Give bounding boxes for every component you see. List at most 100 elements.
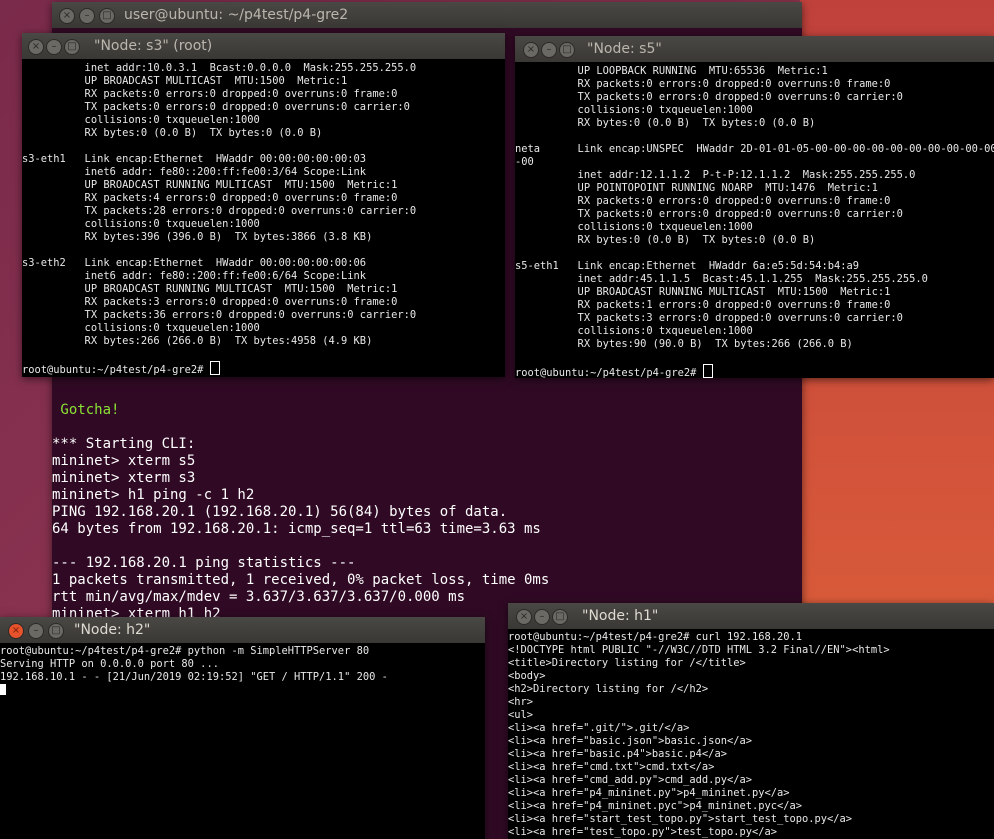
terminal-line: inet addr:10.0.3.1 Bcast:0.0.0.0 Mask:25… xyxy=(22,62,505,75)
terminal-line-text: UP BROADCAST MULTICAST MTU:1500 Metric:1 xyxy=(22,75,348,87)
xterm-h2-output[interactable]: root@ubuntu:~/p4test/p4-gre2# python -m … xyxy=(0,643,485,839)
terminal-line: <body> xyxy=(508,670,994,683)
window-title: "Node: h1" xyxy=(582,608,659,624)
window-title: "Node: h2" xyxy=(74,622,151,638)
terminal-line-text: 64 bytes from 192.168.20.1: icmp_seq=1 t… xyxy=(52,521,541,537)
terminal-line xyxy=(0,684,485,697)
xterm-s5-window[interactable]: × – □ "Node: s5" UP LOOPBACK RUNNING MTU… xyxy=(515,36,994,378)
close-button[interactable]: × xyxy=(59,8,75,24)
terminal-line-text: <li><a href="p4_mininet.py">p4_mininet.p… xyxy=(508,787,790,799)
terminal-line: TX packets:0 errors:0 dropped:0 overruns… xyxy=(22,101,505,114)
terminal-line: <li><a href="p4_mininet.py">p4_mininet.p… xyxy=(508,787,994,800)
terminal-line: RX packets:1 errors:0 dropped:0 overruns… xyxy=(515,299,994,312)
maximize-button[interactable]: □ xyxy=(48,623,64,639)
terminal-line: <li><a href="basic.json">basic.json</a> xyxy=(508,735,994,748)
terminal-line: collisions:0 txqueuelen:1000 xyxy=(22,218,505,231)
terminal-line-text: --- 192.168.20.1 ping statistics --- xyxy=(52,555,356,571)
terminal-line-text: inet6 addr: fe80::200:ff:fe00:3/64 Scope… xyxy=(22,166,367,178)
close-button[interactable]: × xyxy=(523,42,539,58)
minimize-button[interactable]: – xyxy=(28,623,44,639)
terminal-line: inet6 addr: fe80::200:ff:fe00:6/64 Scope… xyxy=(22,270,505,283)
terminal-line: root@ubuntu:~/p4test/p4-gre2# python -m … xyxy=(0,645,485,658)
terminal-line-text: inet addr:12.1.1.2 P-t-P:12.1.1.2 Mask:2… xyxy=(515,169,916,181)
terminal-line-text: RX bytes:90 (90.0 B) TX bytes:266 (266.0… xyxy=(515,338,853,350)
terminal-line: <li><a href="test_topo.py">test_topo.py<… xyxy=(508,826,994,839)
xterm-h1-output[interactable]: root@ubuntu:~/p4test/p4-gre2# curl 192.1… xyxy=(508,629,994,839)
terminal-line: TX packets:3 errors:0 dropped:0 overruns… xyxy=(515,312,994,325)
terminal-line-text: RX bytes:0 (0.0 B) TX bytes:0 (0.0 B) xyxy=(515,234,816,246)
terminal-line: <!DOCTYPE html PUBLIC "-//W3C//DTD HTML … xyxy=(508,644,994,657)
terminal-line-text: Gotcha! xyxy=(52,402,120,418)
terminal-line-text: <li><a href="cmd.txt">cmd.txt</a> xyxy=(508,761,715,773)
terminal-line: Serving HTTP on 0.0.0.0 port 80 ... xyxy=(0,658,485,671)
terminal-line-text: s3-eth1 Link encap:Ethernet HWaddr 00:00… xyxy=(22,153,367,165)
terminal-line-text: <li><a href="cmd_add.py">cmd_add.py</a> xyxy=(508,774,752,786)
terminal-line-text: collisions:0 txqueuelen:1000 xyxy=(22,218,260,230)
maximize-button[interactable]: □ xyxy=(99,8,115,24)
xterm-h1-titlebar[interactable]: × – □ "Node: h1" xyxy=(508,603,994,629)
xterm-h2-titlebar[interactable]: × – □ "Node: h2" xyxy=(0,617,485,643)
terminal-line-text: TX packets:0 errors:0 dropped:0 overruns… xyxy=(515,91,903,103)
terminal-line: RX bytes:0 (0.0 B) TX bytes:0 (0.0 B) xyxy=(515,234,994,247)
terminal-line: UP BROADCAST RUNNING MULTICAST MTU:1500 … xyxy=(22,179,505,192)
close-button[interactable]: × xyxy=(516,609,532,625)
terminal-line-text: inet addr:10.0.3.1 Bcast:0.0.0.0 Mask:25… xyxy=(22,62,417,74)
terminal-line: TX packets:0 errors:0 dropped:0 overruns… xyxy=(515,91,994,104)
minimize-button[interactable]: – xyxy=(46,39,62,55)
window-title: user@ubuntu: ~/p4test/p4-gre2 xyxy=(124,7,349,23)
terminal-line-text: root@ubuntu:~/p4test/p4-gre2# python -m … xyxy=(0,645,370,657)
minimize-button[interactable]: – xyxy=(79,8,95,24)
maximize-button[interactable]: □ xyxy=(64,39,80,55)
terminal-line: <h2>Directory listing for /</h2> xyxy=(508,683,994,696)
terminal-line: RX packets:4 errors:0 dropped:0 overruns… xyxy=(22,192,505,205)
terminal-line: <li><a href="cmd_add.py">cmd_add.py</a> xyxy=(508,774,994,787)
terminal-line: mininet> h1 ping -c 1 h2 xyxy=(52,487,802,504)
maximize-button[interactable]: □ xyxy=(559,42,575,58)
terminal-line-text: mininet> h1 ping -c 1 h2 xyxy=(52,487,255,503)
xterm-h2-window[interactable]: × – □ "Node: h2" root@ubuntu:~/p4test/p4… xyxy=(0,617,485,839)
terminal-line-text: <!DOCTYPE html PUBLIC "-//W3C//DTD HTML … xyxy=(508,644,890,656)
terminal-line: <title>Directory listing for /</title> xyxy=(508,657,994,670)
terminal-line-text: <ul> xyxy=(508,709,534,721)
minimize-button[interactable]: – xyxy=(541,42,557,58)
terminal-line: <ul> xyxy=(508,709,994,722)
xterm-s3-window[interactable]: × – □ "Node: s3" (root) inet addr:10.0.3… xyxy=(22,33,505,377)
main-terminal-titlebar[interactable]: × – □ user@ubuntu: ~/p4test/p4-gre2 xyxy=(52,2,802,28)
terminal-line: RX bytes:396 (396.0 B) TX bytes:3866 (3.… xyxy=(22,231,505,244)
text-cursor xyxy=(702,364,713,378)
terminal-line-text: <li><a href="test_topo.py">test_topo.py<… xyxy=(508,826,777,838)
terminal-line: s5-eth1 Link encap:Ethernet HWaddr 6a:e5… xyxy=(515,260,994,273)
terminal-line-text: <h2>Directory listing for /</h2> xyxy=(508,683,709,695)
xterm-h1-window[interactable]: × – □ "Node: h1" root@ubuntu:~/p4test/p4… xyxy=(508,603,994,839)
xterm-s5-output[interactable]: UP LOOPBACK RUNNING MTU:65536 Metric:1 R… xyxy=(515,62,994,378)
close-button[interactable]: × xyxy=(8,623,24,639)
terminal-line: s3-eth2 Link encap:Ethernet HWaddr 00:00… xyxy=(22,257,505,270)
terminal-line-text: <li><a href="start_test_topo.py">start_t… xyxy=(508,813,853,825)
terminal-line: s3-eth1 Link encap:Ethernet HWaddr 00:00… xyxy=(22,153,505,166)
terminal-line-text: inet addr:45.1.1.5 Bcast:45.1.1.255 Mask… xyxy=(515,273,928,285)
xterm-s5-titlebar[interactable]: × – □ "Node: s5" xyxy=(515,36,994,62)
terminal-line-text: RX packets:0 errors:0 dropped:0 overruns… xyxy=(515,78,891,90)
maximize-button[interactable]: □ xyxy=(552,609,568,625)
terminal-line: root@ubuntu:~/p4test/p4-gre2# curl 192.1… xyxy=(508,631,994,644)
terminal-line-text: RX packets:0 errors:0 dropped:0 overruns… xyxy=(515,195,891,207)
terminal-line: UP BROADCAST RUNNING MULTICAST MTU:1500 … xyxy=(515,286,994,299)
close-button[interactable]: × xyxy=(28,39,44,55)
terminal-line: inet addr:12.1.1.2 P-t-P:12.1.1.2 Mask:2… xyxy=(515,169,994,182)
terminal-line-text: TX packets:3 errors:0 dropped:0 overruns… xyxy=(515,312,903,324)
terminal-line: UP BROADCAST MULTICAST MTU:1500 Metric:1 xyxy=(22,75,505,88)
xterm-s3-titlebar[interactable]: × – □ "Node: s3" (root) xyxy=(22,33,505,59)
terminal-line-text: UP BROADCAST RUNNING MULTICAST MTU:1500 … xyxy=(22,283,398,295)
terminal-line: PING 192.168.20.1 (192.168.20.1) 56(84) … xyxy=(52,504,802,521)
terminal-line-text: PING 192.168.20.1 (192.168.20.1) 56(84) … xyxy=(52,504,508,520)
terminal-line-text: UP POINTOPOINT RUNNING NOARP MTU:1476 Me… xyxy=(515,182,878,194)
xterm-s3-output[interactable]: inet addr:10.0.3.1 Bcast:0.0.0.0 Mask:25… xyxy=(22,59,505,377)
terminal-line-text: collisions:0 txqueuelen:1000 xyxy=(515,325,753,337)
terminal-line-text: root@ubuntu:~/p4test/p4-gre2# curl 192.1… xyxy=(508,631,803,643)
minimize-button[interactable]: – xyxy=(534,609,550,625)
terminal-line-text: -00 xyxy=(515,156,534,168)
